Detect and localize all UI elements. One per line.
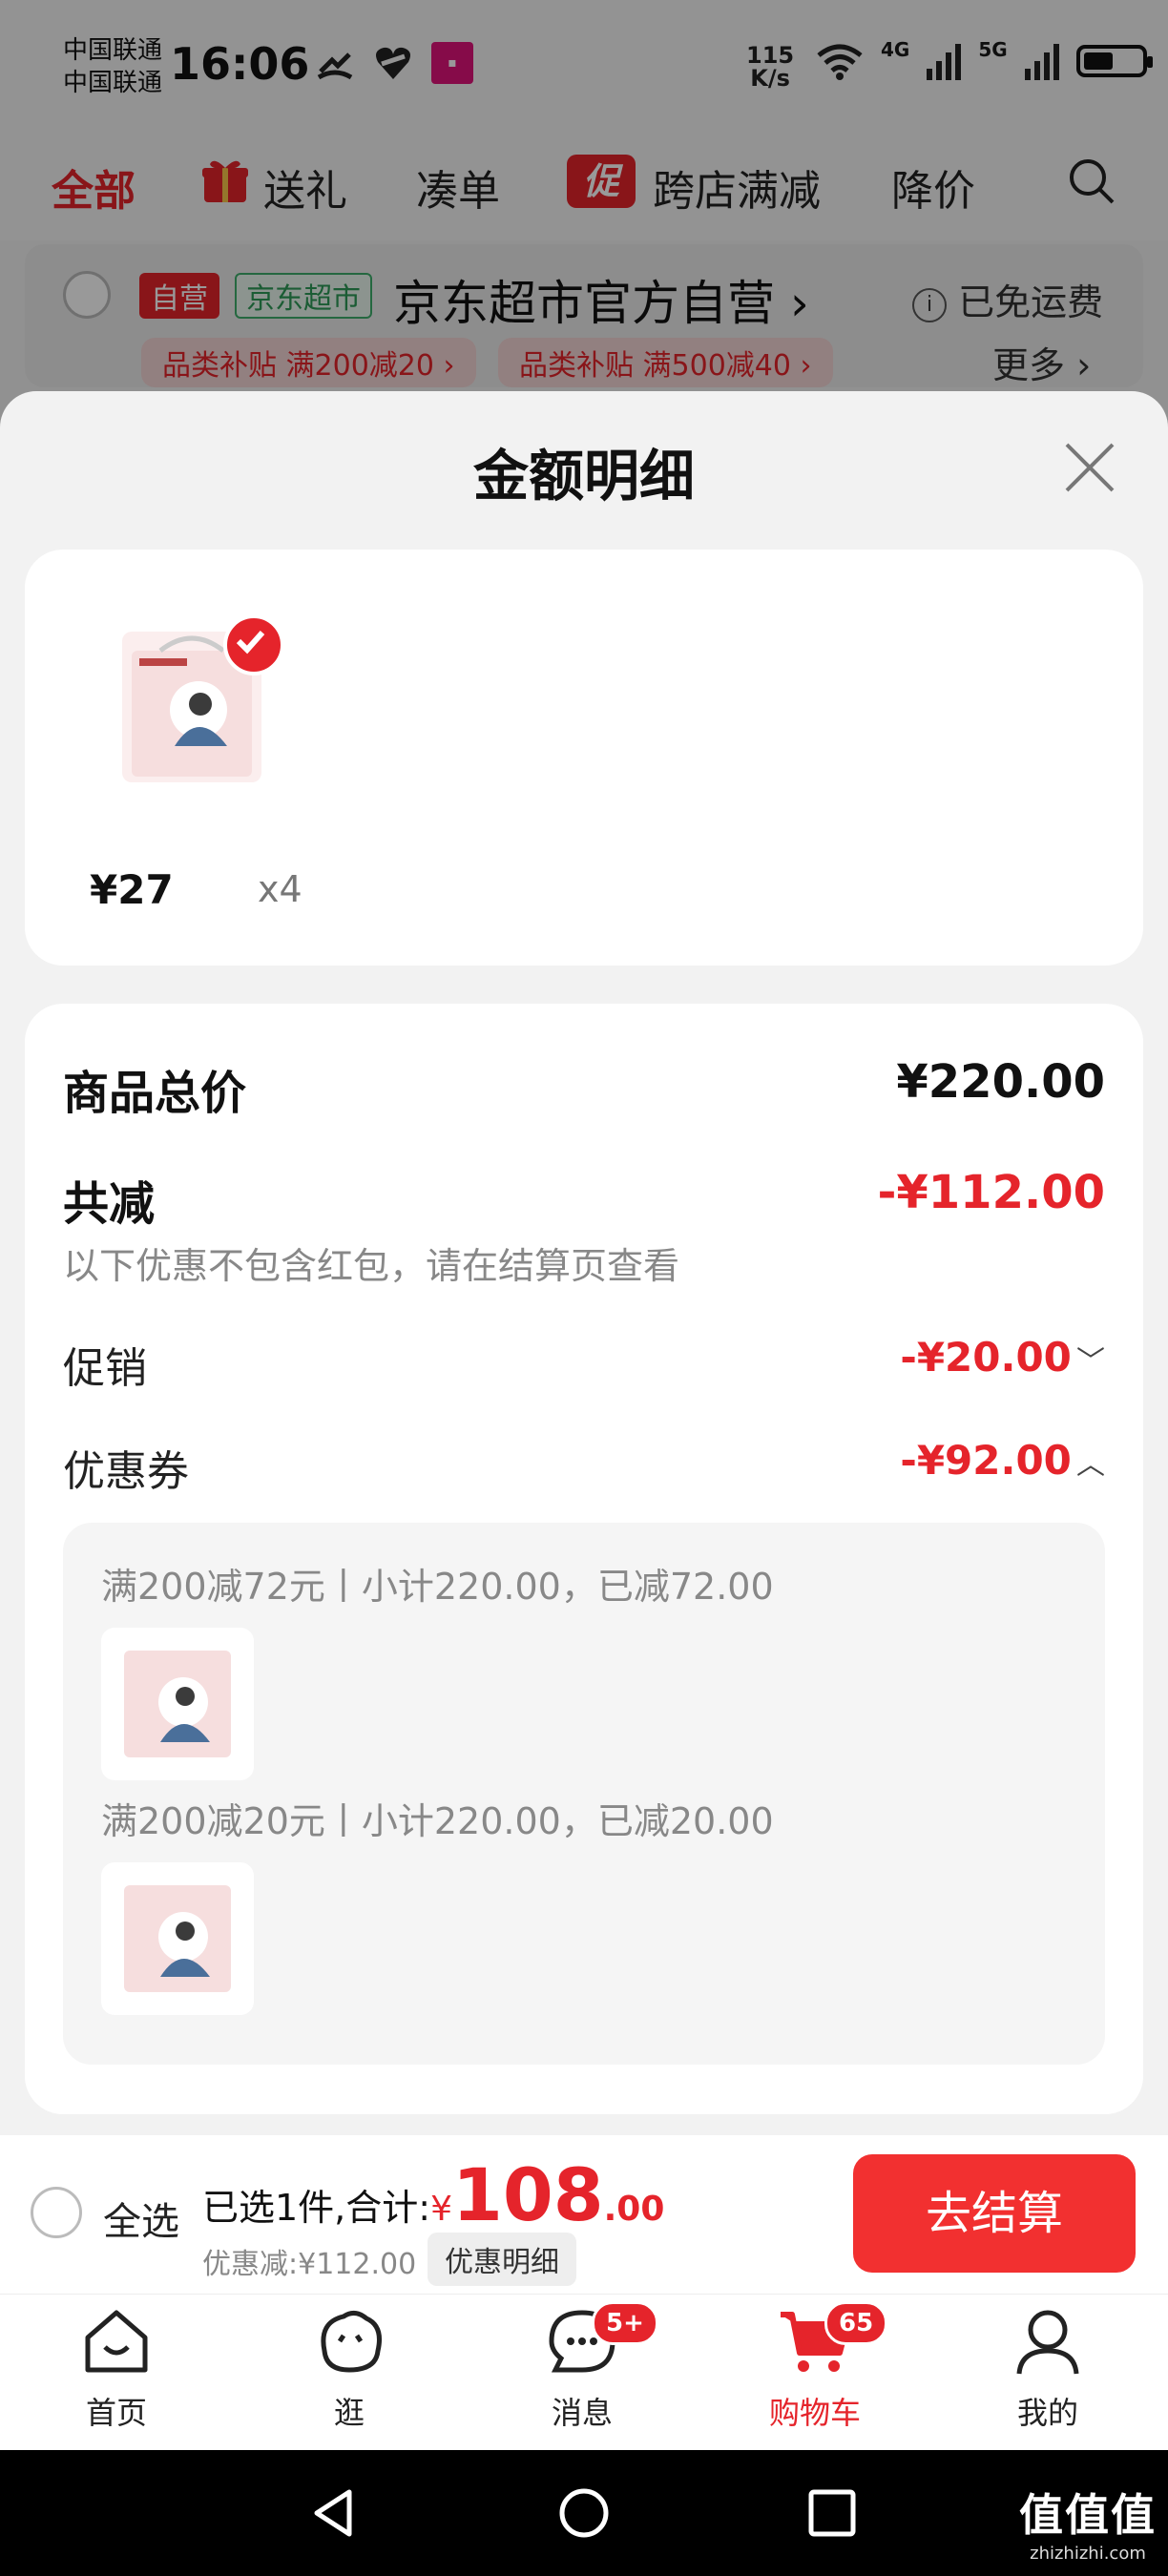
home-icon: [85, 2310, 148, 2373]
nav-browse-label: 逛: [333, 2395, 365, 2431]
cart-badge: 65: [824, 2301, 888, 2345]
total-summary: 已选1件,合计:¥108.00: [202, 2152, 664, 2237]
item-price: ¥27: [90, 866, 174, 913]
coupon-2-product-thumb: [101, 1862, 254, 2015]
close-icon[interactable]: [1063, 441, 1116, 494]
nav-cart-label: 购物车: [768, 2395, 861, 2431]
reduction-note: 以下优惠不包含红包，请在结算页查看: [63, 1245, 680, 1287]
nav-profile[interactable]: 我的: [962, 2303, 1134, 2433]
checkout-button[interactable]: 去结算: [853, 2154, 1136, 2273]
discount-detail-button[interactable]: 优惠明细: [428, 2233, 576, 2286]
sheet-title: 金额明细: [472, 444, 695, 509]
coupon-label: 优惠券: [63, 1447, 189, 1496]
goods-total-label: 商品总价: [63, 1067, 247, 1120]
watermark-main: 值值值: [1019, 2489, 1157, 2541]
goods-total-value: ¥220.00: [896, 1055, 1105, 1109]
watermark: 值值值 zhizhizhi.com: [1019, 2481, 1157, 2564]
promotion-row-toggle[interactable]: -¥20.00 ﹀: [763, 1334, 1105, 1381]
nav-browse[interactable]: 逛: [263, 2303, 435, 2433]
profile-icon: [1016, 2310, 1079, 2375]
promotion-label: 促销: [63, 1344, 147, 1393]
coupon-row-toggle[interactable]: -¥92.00 ︿: [763, 1437, 1105, 1484]
back-icon[interactable]: [307, 2486, 361, 2540]
coupon-line-2: 满200减20元丨小计220.00，已减20.00: [101, 1800, 774, 1842]
total-currency: ¥: [430, 2190, 452, 2229]
select-all-radio[interactable]: [31, 2187, 82, 2238]
nav-messages-label: 消息: [551, 2395, 613, 2431]
browse-icon: [321, 2311, 382, 2373]
nav-home[interactable]: 首页: [31, 2303, 202, 2433]
watermark-sub: zhizhizhi.com: [1030, 2544, 1146, 2564]
item-quantity: x4: [258, 868, 302, 910]
coupon-line-1: 满200减72元丨小计220.00，已减72.00: [101, 1566, 774, 1608]
messages-badge: 5+: [592, 2301, 658, 2345]
total-amount-int: 108: [451, 2152, 604, 2237]
discount-amount: 优惠减:¥112.00: [202, 2248, 417, 2281]
coupon-value: -¥92.00: [900, 1437, 1072, 1484]
coupon-1-product-thumb: [101, 1628, 254, 1780]
total-amount-dec: .00: [603, 2190, 665, 2229]
chevron-up-icon: ︿: [1076, 1448, 1105, 1482]
total-reduction-label: 共减: [63, 1177, 156, 1231]
home-circle-icon[interactable]: [557, 2486, 611, 2540]
chevron-down-icon: ﹀: [1076, 1345, 1105, 1379]
recents-icon[interactable]: [807, 2488, 857, 2538]
nav-profile-label: 我的: [1016, 2395, 1078, 2431]
total-reduction-value: -¥112.00: [877, 1166, 1105, 1219]
select-all-label[interactable]: 全选: [103, 2191, 179, 2246]
selected-check-icon: [223, 614, 284, 675]
nav-home-label: 首页: [85, 2395, 147, 2431]
promotion-value: -¥20.00: [900, 1334, 1072, 1381]
selected-count: 已选1件,合计:: [202, 2187, 431, 2229]
